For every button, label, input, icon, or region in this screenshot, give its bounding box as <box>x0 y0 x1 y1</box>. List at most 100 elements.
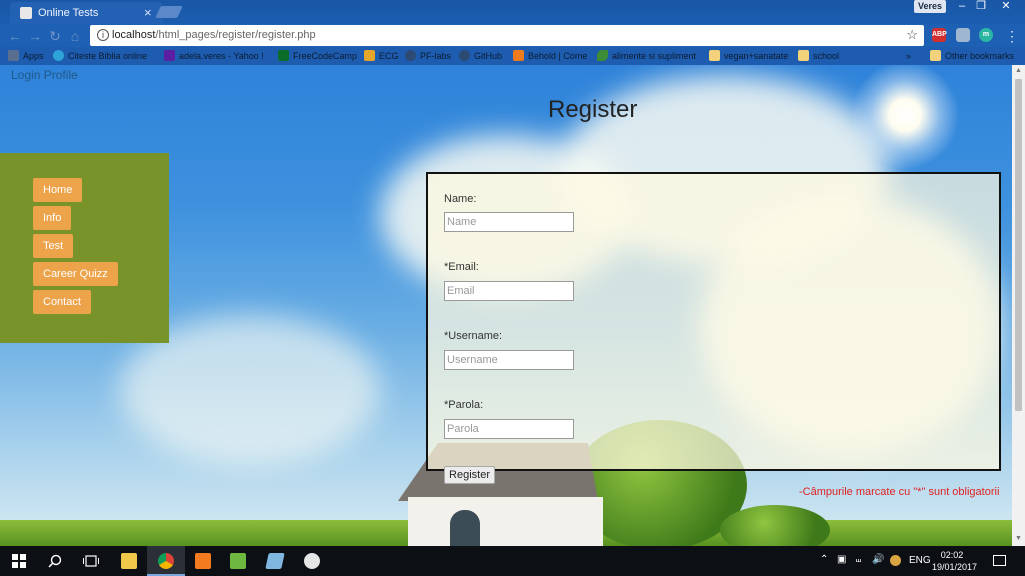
name-input[interactable] <box>444 212 574 232</box>
restore-icon[interactable]: ❐ <box>970 0 992 14</box>
taskbar-chrome[interactable] <box>147 546 185 576</box>
home-icon[interactable]: ⌂ <box>66 27 84 45</box>
chrome-icon <box>158 553 174 569</box>
background-sun <box>850 65 960 170</box>
web-page: Login Profile Register Home Info Test Ca… <box>0 65 1012 546</box>
start-button[interactable] <box>0 546 38 576</box>
bookmark-folder[interactable]: Other bookmarks <box>930 49 1014 63</box>
nav-career-quizz-button[interactable]: Career Quizz <box>33 262 118 286</box>
bookmark-item[interactable]: adela.veres - Yahoo ! <box>164 49 264 63</box>
register-form: Name: *Email: *Username: *Parola: <box>426 172 1001 471</box>
browser-title-bar: Online Tests × Veres – ❐ ✕ <box>0 0 1025 24</box>
system-clock[interactable]: 02:02 19/01/2017 <box>932 549 978 573</box>
bookmark-item[interactable]: Citeste Biblia online <box>53 49 147 63</box>
xampp-icon <box>195 553 211 569</box>
input-language[interactable]: ENG <box>909 555 931 566</box>
ecg-icon <box>364 50 375 61</box>
nav-info-button[interactable]: Info <box>33 206 72 230</box>
folder-icon <box>930 50 941 61</box>
required-fields-note: -Câmpurile marcate cu "*" sunt obligator… <box>799 486 1000 498</box>
forward-icon[interactable]: → <box>26 27 44 45</box>
github-icon <box>405 50 416 61</box>
bible-icon <box>53 50 64 61</box>
name-label: Name: <box>444 193 477 205</box>
notepad-plus-plus-icon <box>230 553 246 569</box>
scrollbar-thumb[interactable] <box>1015 79 1022 411</box>
taskbar-xampp[interactable] <box>184 546 222 576</box>
scroll-down-icon[interactable]: ▼ <box>1015 535 1022 542</box>
bookmark-item[interactable]: ECG <box>364 49 399 63</box>
power-icon[interactable]: ▣ <box>837 554 846 565</box>
app-tray-icon[interactable] <box>890 555 901 566</box>
browser-toolbar: ← → ↻ ⌂ i localhost/html_pages/register/… <box>0 24 1025 47</box>
page-title: Register <box>548 96 638 123</box>
nav-test-button[interactable]: Test <box>33 234 74 258</box>
folder-icon <box>709 50 720 61</box>
volume-icon[interactable]: 🔊 <box>872 554 884 565</box>
nav-contact-button[interactable]: Contact <box>33 290 91 314</box>
bookmark-item[interactable]: alimente si supliment <box>597 49 696 63</box>
task-view-button[interactable] <box>72 546 110 576</box>
background-house <box>408 497 603 546</box>
taskbar-file-explorer[interactable] <box>110 546 148 576</box>
email-label: *Email: <box>444 261 479 273</box>
app-icon <box>265 553 285 569</box>
side-navigation: Home Info Test Career Quizz Contact <box>0 153 169 343</box>
bookmark-star-icon[interactable]: ☆ <box>906 27 918 43</box>
search-button[interactable] <box>36 546 74 576</box>
bookmark-folder[interactable]: school <box>798 49 839 63</box>
reload-icon[interactable]: ↻ <box>46 27 64 45</box>
windows-taskbar: ⌃ ▣ ⧢ 🔊 ENG 02:02 19/01/2017 <box>0 546 1025 576</box>
new-tab-button[interactable] <box>155 6 183 18</box>
bookmark-item[interactable]: FreeCodeCamp <box>278 49 357 63</box>
tab-title: Online Tests <box>38 7 99 19</box>
bookmark-apps[interactable]: Apps <box>8 49 44 63</box>
browser-tab[interactable]: Online Tests × <box>10 2 162 24</box>
taskbar-app[interactable] <box>256 546 294 576</box>
email-input[interactable] <box>444 281 574 301</box>
chrome-menu-icon[interactable]: ⋮ <box>1003 27 1021 45</box>
profile-button[interactable]: Veres <box>914 0 946 13</box>
password-input[interactable] <box>444 419 574 439</box>
task-view-icon <box>83 555 99 567</box>
freecodecamp-icon <box>278 50 289 61</box>
bookmarks-overflow-icon[interactable]: » <box>906 49 911 63</box>
bookmark-item[interactable]: Behold | Come <box>513 49 587 63</box>
taskbar-notepad[interactable] <box>219 546 257 576</box>
close-window-icon[interactable]: ✕ <box>995 0 1017 14</box>
leaf-icon <box>597 50 608 61</box>
background-tree <box>720 505 830 546</box>
username-input[interactable] <box>444 350 574 370</box>
password-label: *Parola: <box>444 399 484 411</box>
bookmarks-bar: Apps Citeste Biblia online adela.veres -… <box>0 47 1025 65</box>
folder-icon <box>798 50 809 61</box>
page-scrollbar[interactable]: ▲ ▼ <box>1012 65 1025 546</box>
show-hidden-icons[interactable]: ⌃ <box>820 554 828 565</box>
tab-close-icon[interactable]: × <box>144 5 152 20</box>
mercury-extension-icon[interactable]: m <box>979 28 993 42</box>
network-icon[interactable]: ⧢ <box>856 554 861 565</box>
adblock-icon[interactable]: ABP <box>932 28 947 42</box>
back-icon[interactable]: ← <box>6 27 24 45</box>
action-center-icon[interactable] <box>993 555 1006 566</box>
bookmark-item[interactable]: PF-labs <box>405 49 451 63</box>
address-bar[interactable]: i localhost/html_pages/register/register… <box>90 25 924 46</box>
bookmark-item[interactable]: GitHub <box>459 49 502 63</box>
site-info-icon[interactable]: i <box>97 29 109 41</box>
register-button[interactable]: Register <box>444 466 495 484</box>
nav-home-button[interactable]: Home <box>33 178 83 202</box>
blogger-icon <box>513 50 524 61</box>
apps-icon <box>8 50 19 61</box>
extension-icon[interactable] <box>956 28 970 42</box>
background-house-door <box>450 510 480 546</box>
bookmark-folder[interactable]: vegan+sanatate <box>709 49 788 63</box>
clock-time: 02:02 <box>940 550 964 560</box>
username-label: *Username: <box>444 330 503 342</box>
clock-date: 19/01/2017 <box>932 562 978 572</box>
taskbar-paint[interactable] <box>293 546 331 576</box>
login-profile-link[interactable]: Login Profile <box>11 68 78 82</box>
paint-icon <box>304 553 320 569</box>
file-explorer-icon <box>121 553 137 569</box>
scroll-up-icon[interactable]: ▲ <box>1015 67 1022 74</box>
windows-logo-icon <box>12 554 26 568</box>
